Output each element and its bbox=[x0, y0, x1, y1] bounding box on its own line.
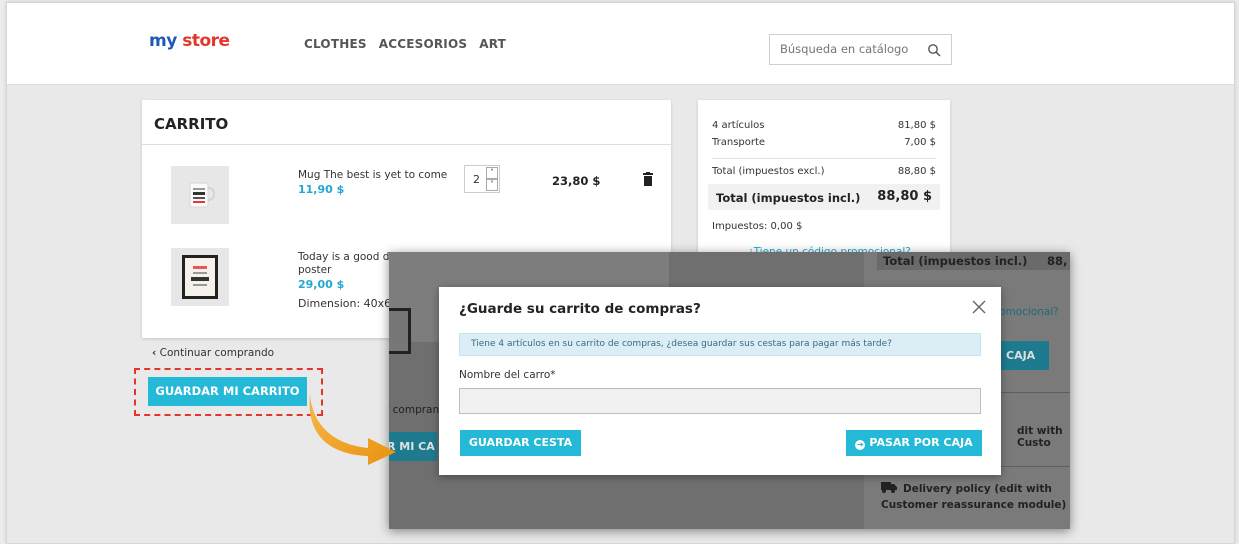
logo-store: store bbox=[182, 31, 230, 51]
logo-my: my bbox=[149, 31, 177, 51]
close-icon[interactable] bbox=[971, 299, 987, 315]
line-total: 23,80 $ bbox=[552, 174, 601, 188]
item-price: 11,90 $ bbox=[298, 183, 345, 196]
summary-total-incl-row: Total (impuestos incl.) 88,80 $ bbox=[708, 184, 940, 210]
summary-items-row: 4 artículos 81,80 $ bbox=[712, 120, 936, 131]
cart-summary: 4 artículos 81,80 $ Transporte 7,00 $ To… bbox=[698, 100, 950, 260]
summary-total-excl-row: Total (impuestos excl.) 88,80 $ bbox=[712, 166, 936, 177]
summary-total-incl-label: Total (impuestos incl.) bbox=[716, 191, 861, 205]
dimmed-reassurance-1: dit with Custo bbox=[1017, 425, 1063, 449]
info-alert-text: Tiene 4 artículos en su carrito de compr… bbox=[471, 339, 892, 349]
dimmed-checkout-button: CAJA bbox=[1000, 341, 1049, 370]
item-name[interactable]: Mug The best is yet to come bbox=[298, 169, 447, 182]
summary-total-excl-value: 88,80 $ bbox=[897, 166, 936, 177]
nav-clothes[interactable]: CLOTHES bbox=[304, 37, 367, 51]
continue-shopping-link[interactable]: ‹ Continuar comprando bbox=[152, 347, 274, 359]
continue-shopping-label: Continuar comprando bbox=[159, 347, 275, 359]
dimmed-total-label: Total (impuestos incl.) bbox=[883, 254, 1028, 268]
summary-shipping-label: Transporte bbox=[712, 137, 766, 148]
summary-items-value: 81,80 $ bbox=[897, 120, 936, 131]
curved-arrow-icon bbox=[309, 394, 396, 465]
save-cart-button[interactable]: GUARDAR MI CARRITO bbox=[148, 377, 307, 406]
main-nav: CLOTHES ACCESORIOS ART bbox=[304, 37, 506, 51]
cart-name-label: Nombre del carro* bbox=[459, 369, 556, 381]
chevron-left-icon: ‹ bbox=[152, 347, 157, 359]
search-box bbox=[769, 34, 952, 65]
truck-icon bbox=[881, 482, 897, 493]
divider bbox=[142, 144, 671, 145]
summary-shipping-row: Transporte 7,00 $ bbox=[712, 137, 936, 148]
modal-title: ¿Guarde su carrito de compras? bbox=[459, 301, 701, 317]
site-header: my store CLOTHES ACCESORIOS ART bbox=[7, 3, 1234, 85]
item-price: 29,00 $ bbox=[298, 278, 345, 291]
poster-image bbox=[171, 248, 229, 306]
delivery-line2: Customer reassurance module) bbox=[881, 499, 1067, 511]
nav-art[interactable]: ART bbox=[479, 37, 506, 51]
delivery-line1-text: Delivery policy (edit with bbox=[903, 483, 1052, 495]
store-logo[interactable]: my store bbox=[149, 31, 230, 51]
mug-thumbnail[interactable] bbox=[171, 166, 229, 224]
save-cart-modal: ¿Guarde su carrito de compras? Tiene 4 a… bbox=[439, 287, 1001, 475]
dimmed-total-value: 88, bbox=[1047, 254, 1068, 268]
checkout-button[interactable]: ➜ PASAR POR CAJA bbox=[846, 430, 982, 456]
arrow-circle-icon: ➜ bbox=[855, 440, 866, 450]
dimmed-total-row: Total (impuestos incl.) 88, bbox=[877, 252, 1070, 270]
dimmed-reassurance-2: Delivery policy (edit with Customer reas… bbox=[881, 481, 1066, 513]
search-icon[interactable] bbox=[927, 43, 941, 57]
dimmed-promo-link: romocional? bbox=[995, 306, 1059, 318]
quantity-value[interactable]: 2 bbox=[473, 173, 480, 186]
divider bbox=[712, 158, 936, 159]
cart-name-field[interactable] bbox=[459, 388, 981, 414]
delivery-line1: Delivery policy (edit with bbox=[881, 481, 1066, 497]
summary-items-label: 4 artículos bbox=[712, 120, 765, 131]
cart-title: CARRITO bbox=[154, 115, 229, 133]
mug-image bbox=[171, 166, 229, 224]
dimmed-poster bbox=[389, 308, 411, 354]
nav-accesorios[interactable]: ACCESORIOS bbox=[379, 37, 468, 51]
summary-total-incl-value: 88,80 $ bbox=[877, 189, 932, 204]
summary-taxes: Impuestos: 0,00 $ bbox=[712, 221, 803, 232]
chevron-up-icon[interactable]: ˄ bbox=[486, 167, 498, 179]
summary-shipping-value: 7,00 $ bbox=[904, 137, 936, 148]
quantity-stepper[interactable]: 2 ˄ ˅ bbox=[464, 165, 500, 193]
trash-icon[interactable] bbox=[642, 172, 654, 186]
chevron-down-icon[interactable]: ˅ bbox=[486, 179, 498, 191]
save-basket-button[interactable]: GUARDAR CESTA bbox=[460, 430, 581, 456]
checkout-button-label: PASAR POR CAJA bbox=[869, 436, 973, 449]
poster-thumbnail[interactable] bbox=[171, 248, 229, 306]
summary-total-excl-label: Total (impuestos excl.) bbox=[712, 166, 825, 177]
info-alert: Tiene 4 artículos en su carrito de compr… bbox=[459, 333, 981, 356]
search-input[interactable] bbox=[780, 42, 920, 56]
